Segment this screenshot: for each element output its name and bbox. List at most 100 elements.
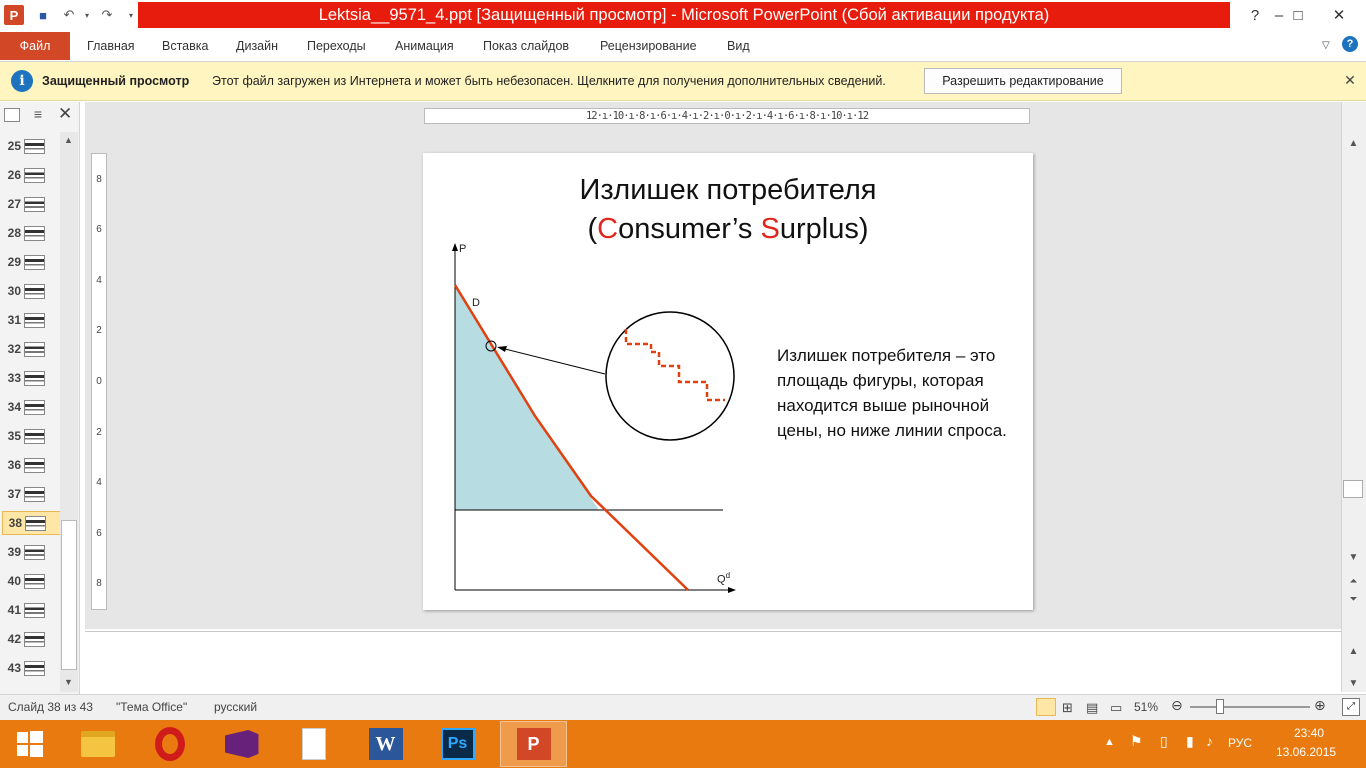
slides-tab-icon[interactable] <box>4 108 20 122</box>
thumbnail-item[interactable]: 40 <box>2 569 62 593</box>
normal-view-icon[interactable] <box>1036 698 1056 716</box>
thumbnail-item[interactable]: 42 <box>2 627 62 651</box>
tab-transitions[interactable]: Переходы <box>307 39 366 53</box>
zoom-out-icon[interactable]: ⊖ <box>1171 697 1183 714</box>
scroll-down-icon[interactable]: ▼ <box>1341 548 1366 566</box>
next-slide-icon[interactable]: ⏷ <box>1341 590 1366 608</box>
thumbnail-image[interactable] <box>24 399 45 415</box>
notes-scroll-up-icon[interactable]: ▲ <box>1341 642 1366 660</box>
thumbnail-item[interactable]: 30 <box>2 279 62 303</box>
notes-pane[interactable] <box>85 631 1341 693</box>
enable-editing-button[interactable]: Разрешить редактирование <box>924 68 1122 94</box>
close-pane-icon[interactable]: ✕ <box>58 104 72 124</box>
tab-design[interactable]: Дизайн <box>236 39 278 53</box>
slide-caption[interactable]: Излишек потребителя – это площадь фигуры… <box>777 343 1007 443</box>
thumbnail-item[interactable]: 31 <box>2 308 62 332</box>
scroll-thumb[interactable] <box>61 520 77 670</box>
close-icon[interactable]: ✕ <box>1340 70 1360 90</box>
editor-scroll-thumb[interactable] <box>1343 480 1363 498</box>
close-button[interactable]: ✕ <box>1316 0 1362 30</box>
zoom-level[interactable]: 51% <box>1134 700 1158 714</box>
zoom-slider-thumb[interactable] <box>1216 699 1224 714</box>
protected-view-message[interactable]: Этот файл загружен из Интернета и может … <box>212 74 886 88</box>
action-center-flag-icon[interactable]: ⚑ <box>1130 733 1143 750</box>
volume-icon[interactable]: ♪ <box>1206 733 1213 749</box>
scroll-up-icon[interactable]: ▲ <box>1341 134 1366 152</box>
thumbnail-item[interactable]: 36 <box>2 453 62 477</box>
thumbnail-image[interactable] <box>24 283 45 299</box>
thumbnail-image[interactable] <box>24 254 45 270</box>
thumbnail-image[interactable] <box>24 486 45 502</box>
tab-slideshow[interactable]: Показ слайдов <box>483 39 569 53</box>
photoshop-icon[interactable]: Ps <box>424 721 491 767</box>
powerpoint-taskbar-icon[interactable]: P <box>500 721 567 767</box>
thumbnail-item[interactable]: 35 <box>2 424 62 448</box>
thumbnail-image[interactable] <box>24 602 45 618</box>
windows-start-icon[interactable] <box>0 721 60 767</box>
help-icon[interactable]: ? <box>1342 36 1358 52</box>
thumbnail-item[interactable]: 34 <box>2 395 62 419</box>
thumbnail-image[interactable] <box>24 573 45 589</box>
slide-sorter-icon[interactable]: ⊞ <box>1062 700 1073 716</box>
clock-time[interactable]: 23:40 <box>1294 726 1324 740</box>
powerpoint-logo-icon[interactable]: P <box>4 5 24 25</box>
notes-scroll-down-icon[interactable]: ▼ <box>1341 674 1366 692</box>
language-indicator[interactable]: русский <box>214 700 257 714</box>
clock-date[interactable]: 13.06.2015 <box>1276 745 1336 759</box>
thumbnail-item[interactable]: 38 <box>2 511 62 535</box>
thumbnail-image[interactable] <box>24 312 45 328</box>
tab-review[interactable]: Рецензирование <box>600 39 697 53</box>
previous-slide-icon[interactable]: ⏶ <box>1341 572 1366 590</box>
tab-home[interactable]: Главная <box>87 39 135 53</box>
thumbnail-image[interactable] <box>24 196 45 212</box>
ribbon-expand-icon[interactable]: ▽ <box>1322 40 1330 51</box>
theme-name[interactable]: "Тема Office" <box>116 700 187 714</box>
input-language[interactable]: РУС <box>1228 736 1252 750</box>
reading-view-icon[interactable]: ▤ <box>1086 700 1098 716</box>
maximize-button[interactable]: □ <box>1275 0 1321 30</box>
thumbnail-item[interactable]: 28 <box>2 221 62 245</box>
visual-studio-icon[interactable] <box>208 721 275 767</box>
thumbnail-item[interactable]: 27 <box>2 192 62 216</box>
tab-file[interactable]: Файл <box>0 32 70 60</box>
thumbnail-image[interactable] <box>24 370 45 386</box>
thumbnail-item[interactable]: 26 <box>2 163 62 187</box>
thumbnail-image[interactable] <box>24 341 45 357</box>
slideshow-icon[interactable]: ▭ <box>1110 700 1122 716</box>
redo-icon[interactable]: ↷ <box>98 6 116 24</box>
fit-to-window-icon[interactable]: ⤢ <box>1342 698 1360 716</box>
tab-animation[interactable]: Анимация <box>395 39 454 53</box>
thumbnail-item[interactable]: 33 <box>2 366 62 390</box>
thumbnail-item[interactable]: 43 <box>2 656 62 680</box>
scroll-up-icon[interactable]: ▲ <box>64 135 73 145</box>
outline-tab-icon[interactable]: ≡ <box>28 106 48 124</box>
tab-view[interactable]: Вид <box>727 39 750 53</box>
slide-canvas[interactable]: Излишек потребителя (Consumer’s Surplus)… <box>423 153 1033 610</box>
thumbnail-image[interactable] <box>24 138 45 154</box>
thumbnail-image[interactable] <box>24 457 45 473</box>
thumbnail-item[interactable]: 37 <box>2 482 62 506</box>
scroll-down-icon[interactable]: ▼ <box>64 677 73 687</box>
zoom-in-icon[interactable]: ⊕ <box>1314 697 1326 714</box>
thumbnail-image[interactable] <box>24 544 45 560</box>
thumbnail-item[interactable]: 41 <box>2 598 62 622</box>
thumbnail-item[interactable]: 25 <box>2 134 62 158</box>
thumbnail-item[interactable]: 32 <box>2 337 62 361</box>
file-explorer-icon[interactable] <box>64 721 131 767</box>
word-icon[interactable]: W <box>352 721 419 767</box>
thumbnail-image[interactable] <box>24 167 45 183</box>
opera-icon[interactable] <box>136 721 203 767</box>
text-document-icon[interactable] <box>280 721 347 767</box>
thumbnail-image[interactable] <box>24 225 45 241</box>
dropdown-icon[interactable]: ▾ <box>78 6 96 24</box>
thumbnail-item[interactable]: 29 <box>2 250 62 274</box>
undo-icon[interactable]: ↶ <box>60 6 78 24</box>
thumbnail-image[interactable] <box>24 660 45 676</box>
save-icon[interactable]: ■ <box>34 6 52 24</box>
thumbnail-image[interactable] <box>24 631 45 647</box>
network-icon[interactable]: ▮ <box>1186 733 1194 750</box>
thumbnail-image[interactable] <box>24 428 45 444</box>
thumbnail-item[interactable]: 39 <box>2 540 62 564</box>
tab-insert[interactable]: Вставка <box>162 39 208 53</box>
tray-expand-icon[interactable]: ▲ <box>1104 736 1115 748</box>
